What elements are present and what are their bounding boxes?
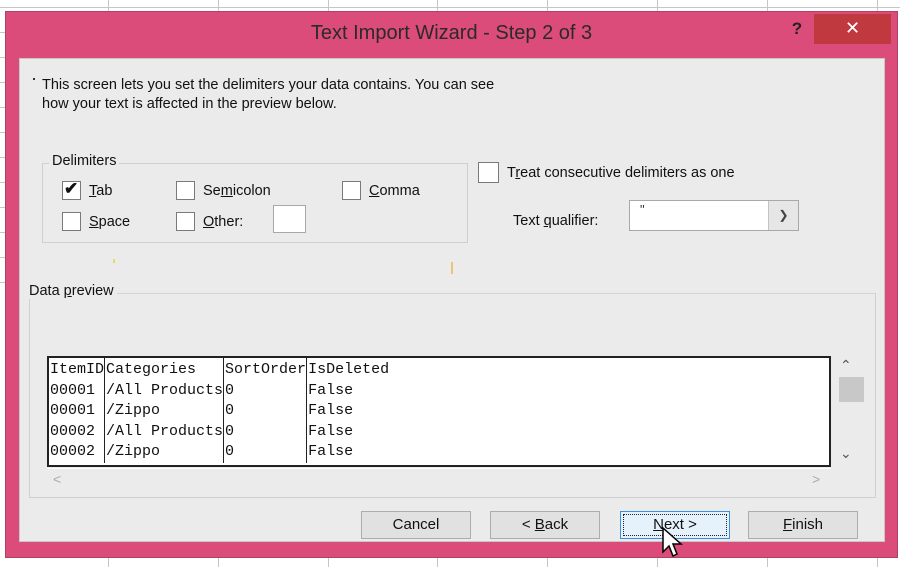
cancel-button[interactable]: Cancel	[361, 511, 471, 539]
preview-cell: IsDeleted	[308, 361, 390, 378]
preview-row: 00001/All Products 0 False	[49, 380, 829, 401]
preview-row: 00001/Zippo 0 False	[49, 401, 829, 422]
checkbox-box[interactable]	[342, 181, 361, 200]
preview-cell: ItemID	[49, 358, 106, 381]
text-qualifier-label: Text qualifier:	[513, 213, 599, 229]
checkbox-comma[interactable]: Comma	[342, 181, 420, 200]
description-line: This screen lets you set the delimiters …	[42, 77, 495, 93]
other-delimiter-input[interactable]	[273, 205, 306, 233]
scroll-up-icon[interactable]: ⌃	[840, 357, 852, 374]
checkbox-label: Treat consecutive delimiters as one	[507, 164, 735, 181]
preview-cell: False	[308, 443, 354, 460]
checkbox-box[interactable]	[478, 162, 499, 183]
chevron-down-icon[interactable]: ❯	[768, 201, 798, 230]
checkbox-treat-consecutive[interactable]: Treat consecutive delimiters as one	[478, 162, 735, 183]
checkbox-space[interactable]: Space	[62, 212, 130, 231]
dialog-client-area: This screen lets you set the delimiters …	[19, 58, 885, 542]
preview-cell: 0	[223, 421, 308, 442]
help-button[interactable]: ?	[783, 18, 811, 42]
checkbox-tab[interactable]: ✔ Tab	[62, 179, 113, 200]
preview-cell: False	[308, 422, 354, 440]
data-preview-group-label: Data preview	[29, 283, 117, 299]
preview-cell: False	[308, 381, 354, 399]
horizontal-scrollbar[interactable]	[47, 468, 831, 469]
delimiters-group-label: Delimiters	[49, 153, 120, 169]
text-import-wizard-dialog: Text Import Wizard - Step 2 of 3 ? ✕ Thi…	[5, 11, 898, 558]
preview-cell: 00002	[49, 442, 106, 463]
checkbox-label: Comma	[369, 182, 420, 199]
vertical-scroll-thumb[interactable]	[839, 377, 864, 402]
preview-cell: /All Products	[104, 380, 225, 401]
text-qualifier-value: "	[640, 202, 645, 217]
scroll-left-icon[interactable]: <	[53, 471, 61, 487]
checkbox-label: Tab	[89, 182, 113, 199]
checkbox-other[interactable]: Other:	[176, 212, 243, 231]
checkbox-box[interactable]	[62, 212, 81, 231]
checkbox-semicolon[interactable]: Semicolon	[176, 181, 271, 200]
close-button[interactable]: ✕	[814, 14, 891, 44]
stray-dot	[33, 78, 35, 80]
preview-header-row: ItemID Categories SortOrder IsDeleted	[49, 358, 829, 381]
checkbox-label: Other:	[203, 213, 244, 230]
sheet-gridline	[0, 7, 900, 8]
close-icon: ✕	[844, 18, 861, 38]
checkbox-label: Semicolon	[203, 182, 271, 199]
stray-mark	[113, 259, 115, 263]
dialog-title: Text Import Wizard - Step 2 of 3	[310, 22, 593, 44]
scroll-right-icon[interactable]: >	[812, 471, 820, 487]
delimiters-group: Delimiters	[42, 153, 468, 243]
scroll-down-icon[interactable]: ⌄	[840, 445, 852, 462]
checkbox-label: Space	[89, 213, 131, 230]
checkbox-box[interactable]: ✔	[62, 179, 81, 200]
text-qualifier-select[interactable]: " ❯	[629, 200, 799, 231]
preview-row: 00002/All Products 0 False	[49, 421, 829, 442]
checkmark-icon: ✔	[64, 179, 79, 198]
preview-cell: /Zippo	[104, 401, 225, 422]
preview-row: 00002/Zippo 0 False	[49, 442, 829, 463]
preview-cell: 0	[223, 380, 308, 401]
preview-cell: 00001	[49, 380, 106, 401]
checkbox-box[interactable]	[176, 181, 195, 200]
description-text: This screen lets you set the delimiters …	[42, 76, 494, 114]
preview-cell: 0	[223, 442, 308, 463]
preview-grid: ItemID Categories SortOrder IsDeleted 00001/…	[49, 358, 829, 463]
preview-cell: SortOrder	[223, 358, 308, 381]
preview-cell: 00001	[49, 401, 106, 422]
preview-cell: False	[308, 402, 354, 419]
preview-cell: /Zippo	[104, 442, 225, 463]
checkbox-box[interactable]	[176, 212, 195, 231]
data-preview-table[interactable]: ItemID Categories SortOrder IsDeleted 00001/…	[47, 356, 831, 467]
preview-cell: 00002	[49, 421, 106, 442]
finish-button[interactable]: Finish	[748, 511, 858, 539]
mouse-cursor-icon	[662, 526, 683, 558]
preview-cell: /All Products	[104, 421, 225, 442]
stray-mark	[451, 262, 453, 274]
description-line: how your text is affected in the preview…	[42, 96, 337, 112]
back-button[interactable]: < Back	[490, 511, 600, 539]
preview-cell: Categories	[104, 358, 225, 381]
preview-cell: 0	[223, 401, 308, 422]
